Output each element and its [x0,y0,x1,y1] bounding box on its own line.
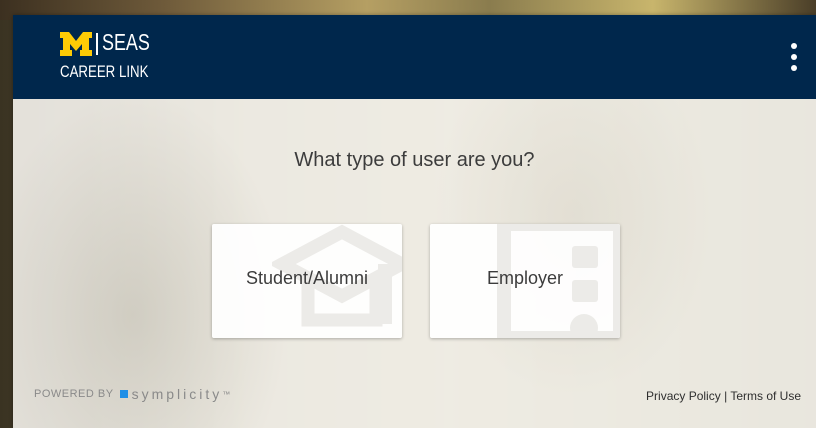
trademark-mark: ™ [222,389,231,399]
footer-link-separator: | [724,389,728,403]
employer-button[interactable]: Employer [430,224,620,338]
block-m-logo-icon [60,32,92,56]
terms-of-use-link[interactable]: Terms of Use [730,389,801,403]
logo-divider [96,33,98,55]
more-vertical-icon-dot [791,65,797,71]
user-type-question: What type of user are you? [294,149,535,171]
symplicity-logo-icon [119,390,128,398]
privacy-policy-link[interactable]: Privacy Policy [646,389,721,403]
header-bar: SEAS CAREER LINK [13,15,816,99]
symplicity-brand: symplicity [131,386,223,402]
more-vertical-icon-dot [791,54,797,60]
logo-title: SEAS [102,29,150,55]
footer-links: Privacy Policy | Terms of Use [646,389,801,403]
login-card: SEAS CAREER LINK What type of user are y… [13,15,816,428]
more-menu-button[interactable] [783,41,805,73]
employer-label: Employer [486,268,564,288]
logo-subtitle: CAREER LINK [60,62,149,81]
powered-by-symplicity: POWERED BY symplicity ™ [34,386,231,402]
more-vertical-icon [791,43,797,49]
student-alumni-label: Student/Alumni [245,268,369,288]
seas-career-link-logo[interactable]: SEAS CAREER LINK [59,29,165,87]
powered-by-label: POWERED BY [34,388,114,400]
student-alumni-button[interactable]: Student/Alumni [212,224,402,338]
